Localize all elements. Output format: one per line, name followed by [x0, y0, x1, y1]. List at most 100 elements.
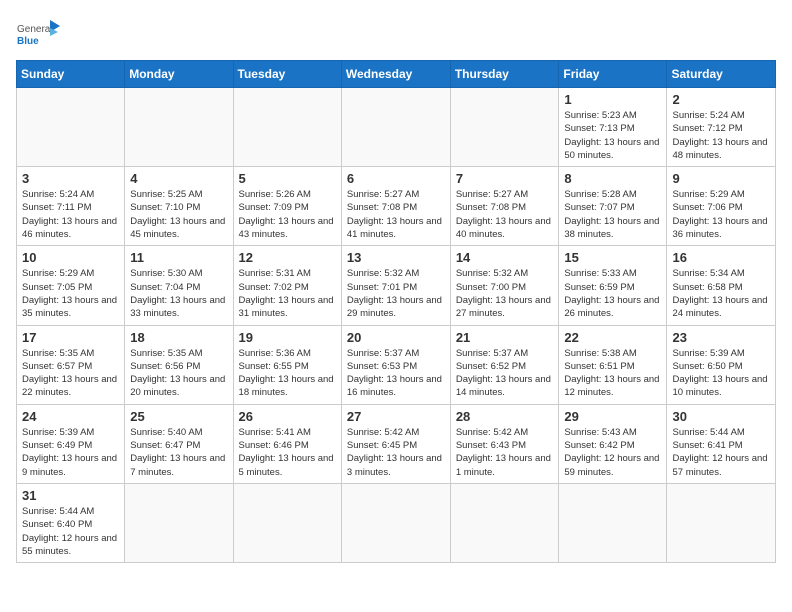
calendar-cell: 6 Sunrise: 5:27 AM Sunset: 7:08 PM Daylig… [341, 167, 450, 246]
day-number: 9 [672, 171, 770, 186]
calendar-cell: 27Sunrise: 5:42 AM Sunset: 6:45 PM Dayli… [341, 404, 450, 483]
day-info: Sunrise: 5:38 AM Sunset: 6:51 PM Dayligh… [564, 347, 661, 400]
calendar-cell [559, 483, 667, 562]
calendar-header-monday: Monday [125, 61, 233, 88]
day-number: 6 [347, 171, 445, 186]
day-number: 17 [22, 330, 119, 345]
calendar-cell: 11Sunrise: 5:30 AM Sunset: 7:04 PM Dayli… [125, 246, 233, 325]
day-number: 19 [239, 330, 336, 345]
day-info: Sunrise: 5:28 AM Sunset: 7:07 PM Dayligh… [564, 188, 661, 241]
day-number: 11 [130, 250, 227, 265]
day-number: 25 [130, 409, 227, 424]
day-number: 8 [564, 171, 661, 186]
day-info: Sunrise: 5:32 AM Sunset: 7:01 PM Dayligh… [347, 267, 445, 320]
calendar-cell: 5Sunrise: 5:26 AM Sunset: 7:09 PM Daylig… [233, 167, 341, 246]
day-number: 16 [672, 250, 770, 265]
calendar-cell: 1 Sunrise: 5:23 AM Sunset: 7:13 PM Daylig… [559, 88, 667, 167]
day-info: Sunrise: 5:40 AM Sunset: 6:47 PM Dayligh… [130, 426, 227, 479]
calendar-cell: 28 Sunrise: 5:42 AM Sunset: 6:43 PM Dayli… [450, 404, 559, 483]
calendar-cell: 8 Sunrise: 5:28 AM Sunset: 7:07 PM Daylig… [559, 167, 667, 246]
day-info: Sunrise: 5:44 AM Sunset: 6:40 PM Dayligh… [22, 505, 119, 558]
calendar-cell: 7 Sunrise: 5:27 AM Sunset: 7:08 PM Daylig… [450, 167, 559, 246]
calendar-header-wednesday: Wednesday [341, 61, 450, 88]
calendar-cell [17, 88, 125, 167]
calendar-cell [125, 483, 233, 562]
day-number: 12 [239, 250, 336, 265]
calendar-cell: 14 Sunrise: 5:32 AM Sunset: 7:00 PM Dayli… [450, 246, 559, 325]
day-info: Sunrise: 5:44 AM Sunset: 6:41 PM Dayligh… [672, 426, 770, 479]
day-info: Sunrise: 5:36 AM Sunset: 6:55 PM Dayligh… [239, 347, 336, 400]
calendar-cell [450, 483, 559, 562]
calendar-cell: 13 Sunrise: 5:32 AM Sunset: 7:01 PM Dayli… [341, 246, 450, 325]
calendar-header-tuesday: Tuesday [233, 61, 341, 88]
day-number: 30 [672, 409, 770, 424]
logo: General Blue [16, 16, 60, 52]
calendar-header-row: SundayMondayTuesdayWednesdayThursdayFrid… [17, 61, 776, 88]
day-number: 5 [239, 171, 336, 186]
calendar-cell: 3Sunrise: 5:24 AM Sunset: 7:11 PM Daylig… [17, 167, 125, 246]
day-number: 15 [564, 250, 661, 265]
calendar-cell: 30 Sunrise: 5:44 AM Sunset: 6:41 PM Dayli… [667, 404, 776, 483]
day-number: 24 [22, 409, 119, 424]
day-info: Sunrise: 5:42 AM Sunset: 6:45 PM Dayligh… [347, 426, 445, 479]
calendar-header-sunday: Sunday [17, 61, 125, 88]
day-number: 22 [564, 330, 661, 345]
day-number: 1 [564, 92, 661, 107]
day-info: Sunrise: 5:32 AM Sunset: 7:00 PM Dayligh… [456, 267, 554, 320]
calendar-cell: 4 Sunrise: 5:25 AM Sunset: 7:10 PM Daylig… [125, 167, 233, 246]
calendar-cell [233, 88, 341, 167]
day-number: 4 [130, 171, 227, 186]
calendar-header-thursday: Thursday [450, 61, 559, 88]
calendar-table: SundayMondayTuesdayWednesdayThursdayFrid… [16, 60, 776, 563]
calendar-cell [341, 88, 450, 167]
day-info: Sunrise: 5:24 AM Sunset: 7:12 PM Dayligh… [672, 109, 770, 162]
day-info: Sunrise: 5:39 AM Sunset: 6:49 PM Dayligh… [22, 426, 119, 479]
page-header: General Blue [16, 16, 776, 52]
calendar-cell: 25 Sunrise: 5:40 AM Sunset: 6:47 PM Dayli… [125, 404, 233, 483]
calendar-cell: 24 Sunrise: 5:39 AM Sunset: 6:49 PM Dayli… [17, 404, 125, 483]
calendar-cell: 9 Sunrise: 5:29 AM Sunset: 7:06 PM Daylig… [667, 167, 776, 246]
calendar-cell: 31 Sunrise: 5:44 AM Sunset: 6:40 PM Dayli… [17, 483, 125, 562]
day-number: 2 [672, 92, 770, 107]
calendar-cell: 16 Sunrise: 5:34 AM Sunset: 6:58 PM Dayli… [667, 246, 776, 325]
calendar-cell: 26 Sunrise: 5:41 AM Sunset: 6:46 PM Dayli… [233, 404, 341, 483]
calendar-cell: 23 Sunrise: 5:39 AM Sunset: 6:50 PM Dayli… [667, 325, 776, 404]
day-info: Sunrise: 5:33 AM Sunset: 6:59 PM Dayligh… [564, 267, 661, 320]
calendar-cell: 21Sunrise: 5:37 AM Sunset: 6:52 PM Dayli… [450, 325, 559, 404]
day-number: 10 [22, 250, 119, 265]
day-number: 26 [239, 409, 336, 424]
day-number: 28 [456, 409, 554, 424]
day-number: 21 [456, 330, 554, 345]
day-info: Sunrise: 5:23 AM Sunset: 7:13 PM Dayligh… [564, 109, 661, 162]
day-number: 14 [456, 250, 554, 265]
day-info: Sunrise: 5:42 AM Sunset: 6:43 PM Dayligh… [456, 426, 554, 479]
day-info: Sunrise: 5:31 AM Sunset: 7:02 PM Dayligh… [239, 267, 336, 320]
day-number: 23 [672, 330, 770, 345]
calendar-cell: 17 Sunrise: 5:35 AM Sunset: 6:57 PM Dayli… [17, 325, 125, 404]
day-number: 13 [347, 250, 445, 265]
day-info: Sunrise: 5:29 AM Sunset: 7:05 PM Dayligh… [22, 267, 119, 320]
calendar-cell: 15 Sunrise: 5:33 AM Sunset: 6:59 PM Dayli… [559, 246, 667, 325]
calendar-cell [125, 88, 233, 167]
day-info: Sunrise: 5:27 AM Sunset: 7:08 PM Dayligh… [456, 188, 554, 241]
day-info: Sunrise: 5:34 AM Sunset: 6:58 PM Dayligh… [672, 267, 770, 320]
calendar-cell: 2 Sunrise: 5:24 AM Sunset: 7:12 PM Daylig… [667, 88, 776, 167]
day-info: Sunrise: 5:27 AM Sunset: 7:08 PM Dayligh… [347, 188, 445, 241]
day-number: 7 [456, 171, 554, 186]
day-info: Sunrise: 5:43 AM Sunset: 6:42 PM Dayligh… [564, 426, 661, 479]
day-number: 20 [347, 330, 445, 345]
day-info: Sunrise: 5:37 AM Sunset: 6:53 PM Dayligh… [347, 347, 445, 400]
day-info: Sunrise: 5:35 AM Sunset: 6:56 PM Dayligh… [130, 347, 227, 400]
day-info: Sunrise: 5:35 AM Sunset: 6:57 PM Dayligh… [22, 347, 119, 400]
day-info: Sunrise: 5:29 AM Sunset: 7:06 PM Dayligh… [672, 188, 770, 241]
calendar-header-saturday: Saturday [667, 61, 776, 88]
day-info: Sunrise: 5:25 AM Sunset: 7:10 PM Dayligh… [130, 188, 227, 241]
day-number: 31 [22, 488, 119, 503]
day-info: Sunrise: 5:24 AM Sunset: 7:11 PM Dayligh… [22, 188, 119, 241]
calendar-cell [341, 483, 450, 562]
day-number: 29 [564, 409, 661, 424]
day-info: Sunrise: 5:39 AM Sunset: 6:50 PM Dayligh… [672, 347, 770, 400]
calendar-cell [233, 483, 341, 562]
day-info: Sunrise: 5:41 AM Sunset: 6:46 PM Dayligh… [239, 426, 336, 479]
calendar-cell: 22 Sunrise: 5:38 AM Sunset: 6:51 PM Dayli… [559, 325, 667, 404]
